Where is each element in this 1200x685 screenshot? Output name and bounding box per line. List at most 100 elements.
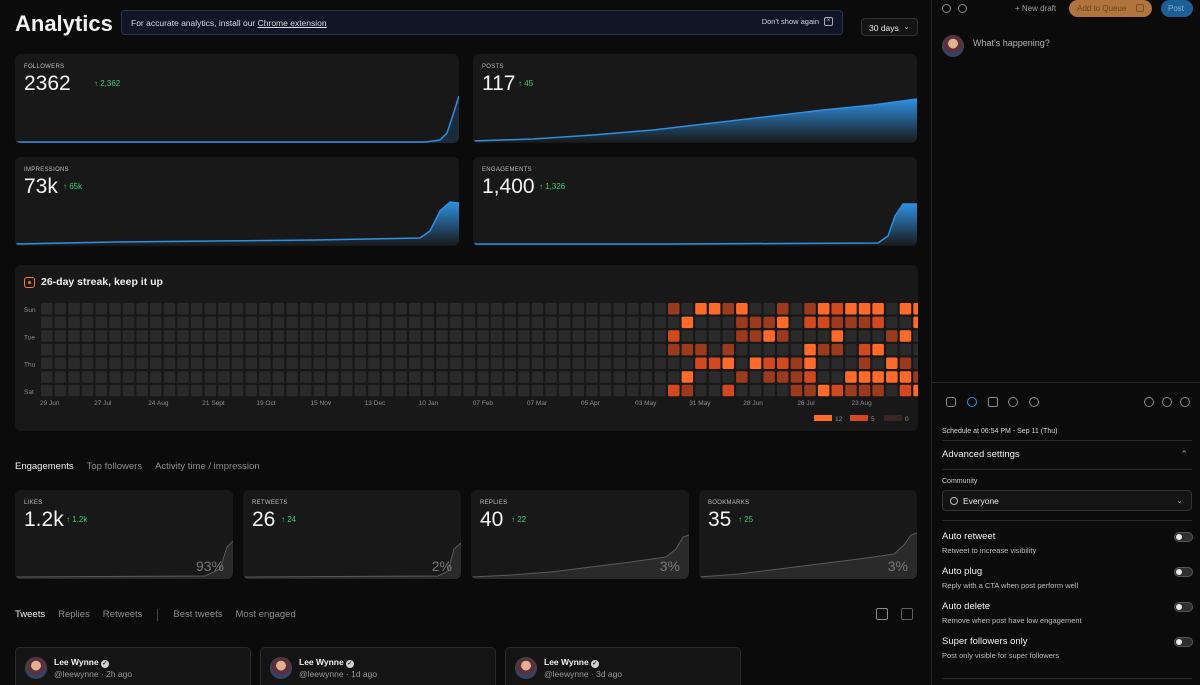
heatmap-cell <box>640 343 653 356</box>
tab-tweets[interactable]: Tweets <box>15 609 45 621</box>
community-label: Community <box>942 478 978 485</box>
tweet-card[interactable]: Lee Wynne ✓ @leewynne · 1d ago <box>260 647 496 685</box>
post-button[interactable]: Post <box>1161 0 1193 17</box>
heatmap-cell <box>531 330 544 342</box>
heatmap-cell <box>449 371 462 383</box>
heatmap-cell <box>763 316 775 329</box>
heatmap-cell <box>68 303 80 315</box>
community-value: Everyone <box>963 496 999 506</box>
compose-textarea[interactable]: What's happening? <box>973 38 1050 48</box>
heatmap-cell <box>409 371 421 383</box>
heatmap-cell <box>231 371 244 383</box>
engagements-card[interactable]: ENGAGEMENTS 1,400 ↑ 1,326 <box>473 157 917 246</box>
heatmap-cell <box>272 316 285 329</box>
tab-top-followers[interactable]: Top followers <box>87 461 142 472</box>
heatmap-cell <box>613 371 625 383</box>
tab-replies[interactable]: Replies <box>58 609 90 621</box>
heatmap-cell <box>177 343 189 356</box>
heatmap-cell <box>749 384 762 397</box>
heatmap-cell <box>340 330 353 342</box>
new-draft-button[interactable]: + New draft <box>1015 4 1056 13</box>
heatmap-cell <box>790 316 803 329</box>
heatmap-cell <box>190 330 203 342</box>
tab-most-engaged[interactable]: Most engaged <box>236 609 296 621</box>
heatmap-cell <box>354 357 366 369</box>
heatmap-cell <box>586 384 598 397</box>
streak-card: 26-day streak, keep it up Sun Tue Thu Sat 29… <box>15 265 918 431</box>
tweet-card[interactable]: Lee Wynne ✓ @leewynne · 3d ago <box>505 647 741 685</box>
heatmap-cell <box>477 343 489 356</box>
auto-delete-toggle[interactable] <box>1174 602 1193 612</box>
likes-card[interactable]: LIKES 1.2k ↑ 1.2k 93% <box>15 490 233 579</box>
heatmap-cell <box>204 384 217 397</box>
author-handle: @leewynne <box>299 669 344 679</box>
heatmap-cell <box>136 316 148 329</box>
redo-icon[interactable] <box>1180 397 1190 407</box>
tab-engagements[interactable]: Engagements <box>15 461 74 472</box>
list-view-icon[interactable] <box>901 608 913 620</box>
auto-plug-title: Auto plug <box>942 566 983 577</box>
heatmap-cell <box>122 316 135 329</box>
refresh-icon[interactable] <box>1144 397 1154 407</box>
heatmap-cell <box>899 330 912 342</box>
advanced-settings-title[interactable]: Advanced settings <box>942 449 1020 460</box>
heatmap-cell <box>286 343 298 356</box>
history-icon[interactable] <box>942 4 951 13</box>
heatmap-cell <box>150 343 162 356</box>
followers-card[interactable]: FOLLOWERS 2362 ↑ 2,362 <box>15 54 459 143</box>
heatmap-cell <box>572 316 585 329</box>
tab-retweets[interactable]: Retweets <box>103 609 143 621</box>
image-icon[interactable] <box>946 397 956 407</box>
heatmap-cell <box>231 384 244 397</box>
bookmarks-card[interactable]: BOOKMARKS 35 ↑ 25 3% <box>699 490 917 579</box>
tab-best-tweets[interactable]: Best tweets <box>173 609 222 621</box>
dont-show-again-button[interactable]: Don't show again × <box>762 17 833 26</box>
add-to-queue-button[interactable]: Add to Queue <box>1069 0 1152 17</box>
heatmap-cell <box>736 303 748 315</box>
emoji-icon[interactable] <box>1008 397 1018 407</box>
heatmap-cell <box>204 357 217 369</box>
heatmap-cell <box>231 357 244 369</box>
legend-label: 5 <box>871 416 875 423</box>
posts-sparkline <box>473 98 917 143</box>
undo-icon[interactable] <box>1162 397 1172 407</box>
tweet-card[interactable]: Lee Wynne ✓ @leewynne · 2h ago <box>15 647 251 685</box>
heatmap-cell <box>531 384 544 397</box>
heatmap-cell <box>518 343 530 356</box>
divider <box>932 382 1200 383</box>
date-range-select[interactable]: 30 days ⌄ <box>861 18 918 36</box>
heatmap-cell <box>558 303 571 315</box>
card-delta: ↑ 1.2k <box>66 515 88 524</box>
block-icon[interactable] <box>958 4 967 13</box>
auto-plug-desc: Reply with a CTA when post perform well <box>942 581 1079 590</box>
community-select[interactable]: Everyone ⌄ <box>942 490 1192 511</box>
add-circle-icon[interactable] <box>1029 397 1039 407</box>
schedule-text[interactable]: Schedule at 06:54 PM - Sep 11 (Thu) <box>942 428 1057 435</box>
posts-card[interactable]: POSTS 117 ↑ 45 <box>473 54 917 143</box>
heatmap-cell <box>545 303 557 315</box>
impressions-card[interactable]: IMPRESSIONS 73k ↑ 65k <box>15 157 459 246</box>
chrome-extension-link[interactable]: Chrome extension <box>258 18 327 28</box>
heatmap-cell <box>150 316 162 329</box>
heatmap-cell <box>41 343 53 356</box>
sparkle-icon[interactable] <box>988 397 998 407</box>
auto-plug-toggle[interactable] <box>1174 567 1193 577</box>
heatmap-cell <box>790 384 803 397</box>
grid-view-icon[interactable] <box>876 608 888 620</box>
replies-card[interactable]: REPLIES 40 ↑ 22 3% <box>471 490 689 579</box>
chevron-up-icon[interactable]: ⌃ <box>1180 449 1188 460</box>
heatmap-cell <box>572 303 585 315</box>
super-followers-toggle[interactable] <box>1174 637 1193 647</box>
heatmap-cell <box>545 371 557 383</box>
heatmap-cell <box>327 357 339 369</box>
retweets-card[interactable]: RETWEETS 26 ↑ 24 2% <box>243 490 461 579</box>
heatmap-cell <box>531 371 544 383</box>
extension-banner: For accurate analytics, install our Chro… <box>121 10 843 35</box>
heatmap-cell <box>259 303 271 315</box>
auto-retweet-toggle[interactable] <box>1174 532 1193 542</box>
heatmap-cell <box>858 384 871 397</box>
card-delta: ↑ 2,362 <box>94 79 121 88</box>
schedule-clock-icon[interactable] <box>967 397 977 407</box>
tab-activity-time[interactable]: Activity time / impression <box>155 461 260 472</box>
heatmap-cell <box>845 384 857 397</box>
